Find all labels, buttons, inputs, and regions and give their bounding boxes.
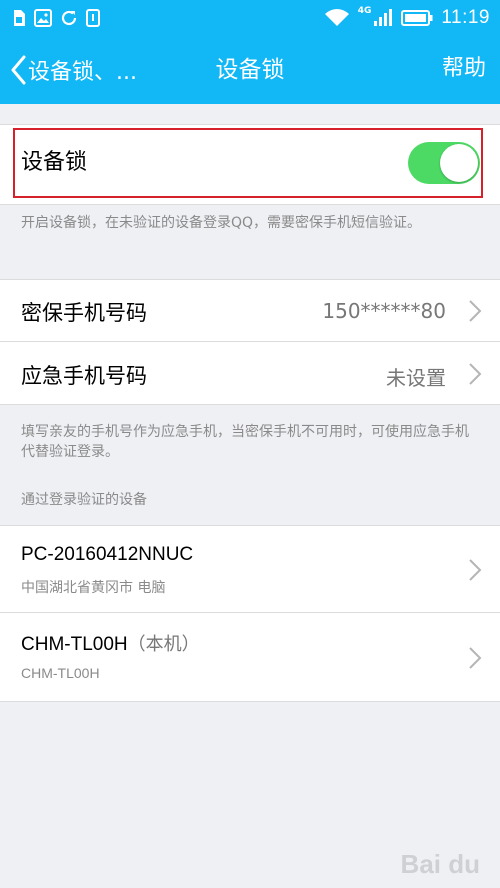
watermark-logo: Bai du (400, 849, 480, 879)
navigation-bar: 设备锁、... 设备锁 帮助 (0, 36, 500, 104)
device-name: CHM-TL00H（本机） (21, 634, 200, 655)
status-time: 11:19 (441, 7, 490, 28)
security-phone-value: 150******80 (322, 299, 446, 323)
security-phone-row[interactable]: 密保手机号码 150******80 (0, 280, 500, 341)
help-button[interactable]: 帮助 (442, 36, 486, 104)
device-model: CHM-TL00H (21, 665, 100, 681)
chevron-right-icon (469, 647, 482, 669)
signal-icon (374, 9, 393, 26)
chevron-left-icon (11, 55, 26, 85)
divider (0, 204, 500, 205)
back-button-label: 设备锁、... (28, 60, 137, 85)
security-phone-label: 密保手机号码 (21, 301, 147, 325)
emergency-phone-hint: 填写亲友的手机号作为应急手机，当密保手机不可用时，可使用应急手机代替验证登录。 (21, 424, 469, 460)
toggle-knob (440, 144, 478, 182)
status-bar: 4G 11:19 (0, 0, 500, 36)
divider (0, 124, 500, 125)
device-location: 中国湖北省黄冈市 电脑 (21, 580, 166, 596)
current-device-tag: （本机） (127, 634, 200, 655)
image-icon (34, 9, 52, 27)
network-type-label: 4G (357, 6, 372, 16)
devices-section-title: 通过登录验证的设备 (21, 492, 147, 508)
divider (0, 404, 500, 405)
emergency-phone-value: 未设置 (386, 366, 446, 390)
device-name: PC-20160412NNUC (21, 544, 194, 565)
download-icon (86, 9, 100, 27)
sim-card-icon (14, 10, 25, 26)
back-button[interactable]: 设备锁、... (10, 36, 137, 104)
device-lock-label: 设备锁 (21, 150, 88, 175)
battery-icon (401, 10, 433, 26)
chevron-right-icon (469, 300, 482, 322)
chevron-right-icon (469, 559, 482, 581)
wifi-icon (324, 9, 349, 26)
emergency-phone-label: 应急手机号码 (21, 364, 147, 388)
status-icons-left (12, 9, 100, 27)
status-icons-right: 4G 11:19 (324, 6, 490, 29)
device-row[interactable]: CHM-TL00H（本机） CHM-TL00H (0, 613, 500, 701)
device-row[interactable]: PC-20160412NNUC 中国湖北省黄冈市 电脑 (0, 526, 500, 612)
divider (0, 701, 500, 702)
device-lock-toggle[interactable] (408, 142, 480, 184)
emergency-phone-row[interactable]: 应急手机号码 未设置 (0, 342, 500, 404)
chevron-right-icon (469, 363, 482, 385)
sync-icon (61, 10, 77, 26)
device-lock-hint: 开启设备锁，在未验证的设备登录QQ，需要密保手机短信验证。 (21, 215, 422, 231)
